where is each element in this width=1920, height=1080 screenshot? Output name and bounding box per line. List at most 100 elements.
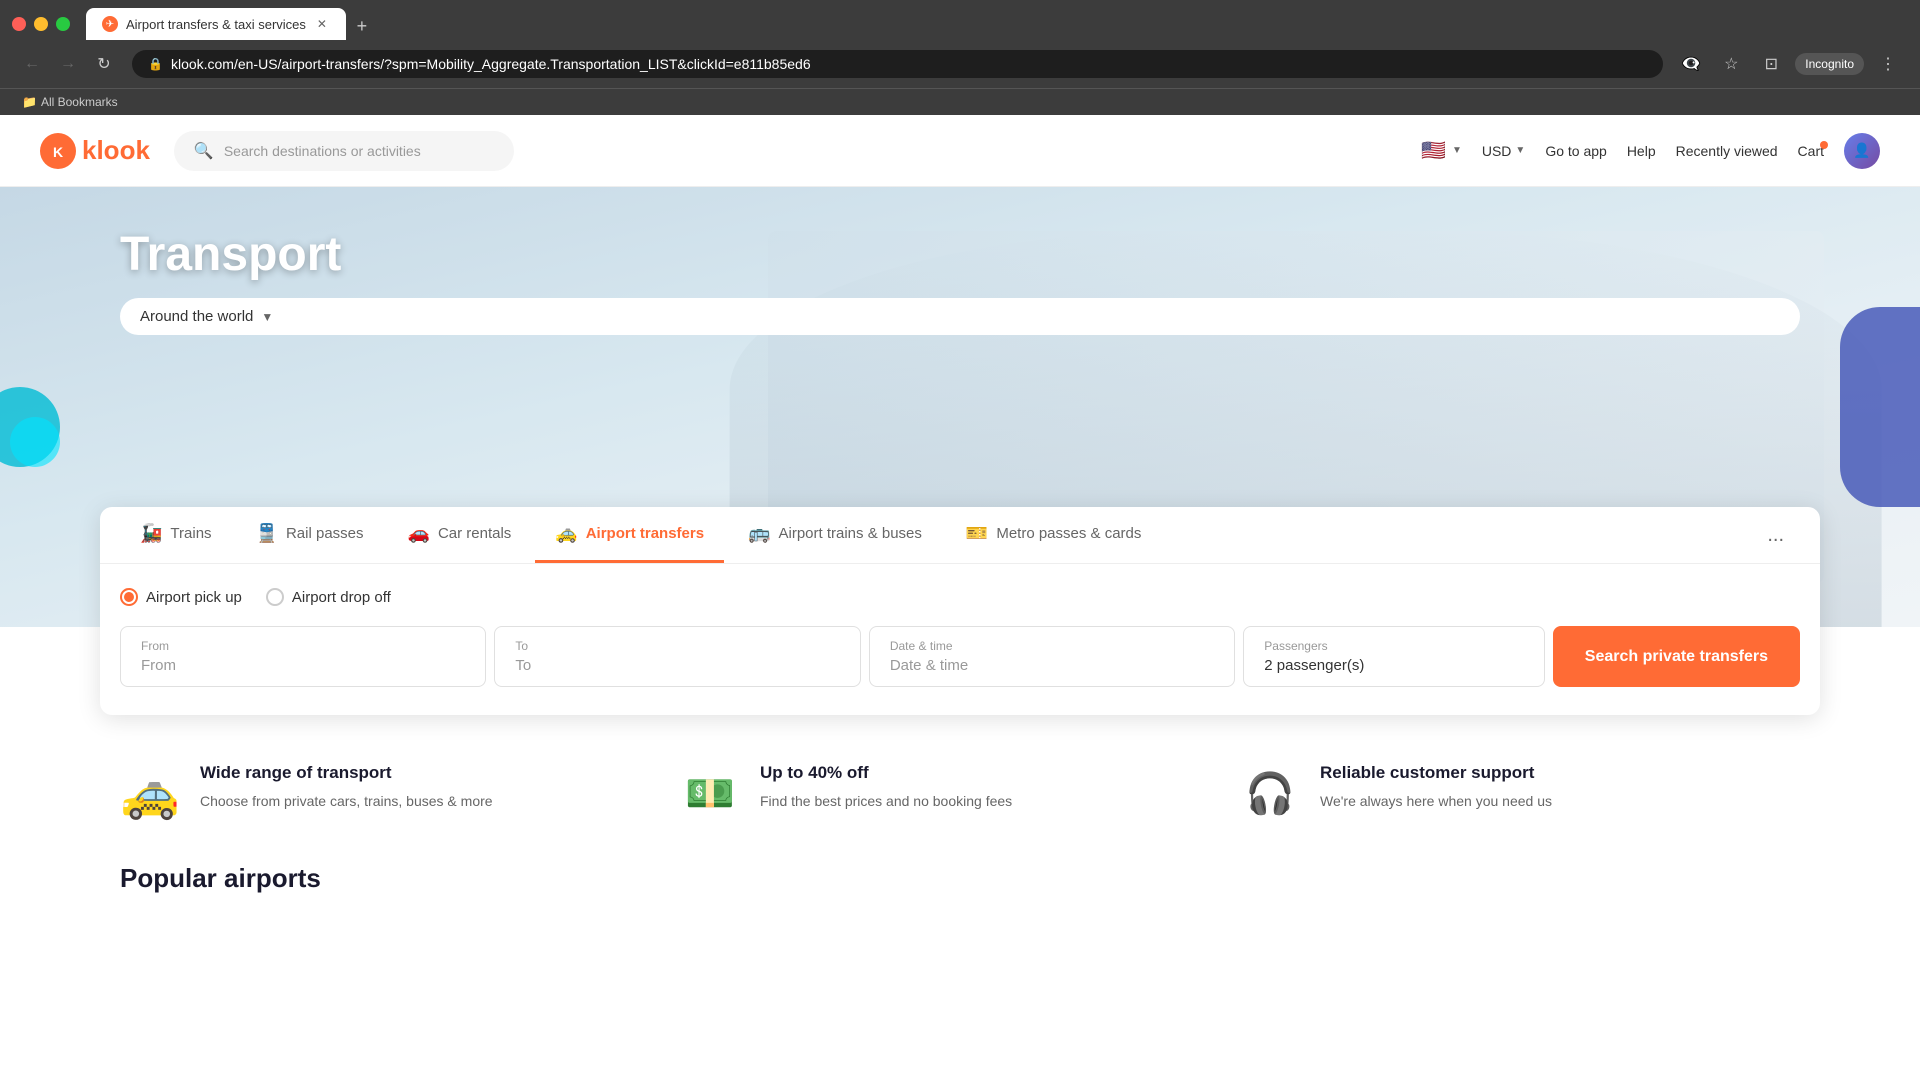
- feature-transport-desc: Choose from private cars, trains, buses …: [200, 791, 493, 812]
- tab-car-rentals[interactable]: 🚗 Car rentals: [388, 507, 532, 563]
- feature-support-desc: We're always here when you need us: [1320, 791, 1552, 812]
- tab-title: Airport transfers & taxi services: [126, 17, 306, 32]
- airport-dropoff-radio-button[interactable]: [266, 588, 284, 606]
- feature-discount-text: Up to 40% off Find the best prices and n…: [760, 763, 1012, 812]
- tab-favicon: ✈: [102, 16, 118, 32]
- tab-airport-transfers-label: Airport transfers: [586, 525, 704, 542]
- address-bar[interactable]: 🔒 klook.com/en-US/airport-transfers/?spm…: [132, 50, 1663, 78]
- search-magnifier-icon: 🔍: [194, 141, 214, 161]
- cart-link[interactable]: Cart: [1798, 143, 1824, 159]
- currency-chevron-icon: ▼: [1515, 145, 1525, 156]
- datetime-field[interactable]: Date & time Date & time: [869, 626, 1235, 687]
- all-bookmarks-link[interactable]: 📁 All Bookmarks: [16, 93, 124, 111]
- from-field-label: From: [141, 639, 465, 653]
- feature-discount: 💵 Up to 40% off Find the best prices and…: [680, 763, 1240, 823]
- ssl-lock-icon: 🔒: [148, 57, 163, 71]
- passengers-field[interactable]: Passengers 2 passenger(s): [1243, 626, 1545, 687]
- airport-transfers-icon: 🚕: [555, 523, 577, 544]
- site-header: K klook 🔍 Search destinations or activit…: [0, 115, 1920, 187]
- logo-text-label: klook: [82, 135, 150, 166]
- chevron-icon: ▼: [261, 310, 273, 324]
- trains-icon: 🚂: [140, 523, 162, 544]
- header-actions: 🇺🇸 ▼ USD ▼ Go to app Help Recently viewe…: [1421, 133, 1880, 169]
- cart-notification-dot: [1820, 141, 1828, 149]
- feature-support-text: Reliable customer support We're always h…: [1320, 763, 1552, 812]
- feature-transport-text: Wide range of transport Choose from priv…: [200, 763, 493, 812]
- browser-toolbar: ← → ↻ 🔒 klook.com/en-US/airport-transfer…: [0, 40, 1920, 88]
- tabs-more-button[interactable]: ...: [1751, 508, 1800, 563]
- feature-transport-range: 🚕 Wide range of transport Choose from pr…: [120, 763, 680, 823]
- user-avatar[interactable]: 👤: [1844, 133, 1880, 169]
- tab-airport-trains-buses[interactable]: 🚌 Airport trains & buses: [728, 507, 942, 563]
- incognito-badge[interactable]: Incognito: [1795, 53, 1864, 75]
- to-field[interactable]: To To: [494, 626, 860, 687]
- klook-logo[interactable]: K klook: [40, 133, 150, 169]
- active-browser-tab[interactable]: ✈ Airport transfers & taxi services ✕: [86, 8, 346, 40]
- feature-car-icon: 🚕: [120, 763, 180, 823]
- tab-airport-transfers[interactable]: 🚕 Airport transfers: [535, 507, 724, 563]
- svg-text:K: K: [53, 144, 63, 160]
- from-field[interactable]: From From: [120, 626, 486, 687]
- language-selector[interactable]: 🇺🇸 ▼: [1421, 138, 1462, 163]
- feature-transport-title: Wide range of transport: [200, 763, 493, 783]
- popular-airports-title: Popular airports: [120, 863, 1800, 894]
- tab-metro-passes[interactable]: 🎫 Metro passes & cards: [946, 507, 1161, 563]
- around-the-world-button[interactable]: Around the world ▼: [120, 298, 1800, 335]
- search-private-transfers-button[interactable]: Search private transfers: [1553, 626, 1800, 687]
- to-field-value: To: [515, 657, 839, 674]
- airport-trains-buses-icon: 🚌: [748, 523, 770, 544]
- maximize-window-button[interactable]: [56, 17, 70, 31]
- airport-pickup-radio-button[interactable]: [120, 588, 138, 606]
- datetime-field-label: Date & time: [890, 639, 1214, 653]
- bookmarks-label: All Bookmarks: [41, 95, 118, 109]
- tab-rail-passes[interactable]: 🚆 Rail passes: [236, 507, 384, 563]
- features-section: 🚕 Wide range of transport Choose from pr…: [0, 715, 1920, 863]
- toolbar-actions: 👁‍🗨 ☆ ⊡ Incognito ⋮: [1675, 48, 1904, 80]
- teal-blob-small: [10, 417, 60, 467]
- tab-car-rentals-label: Car rentals: [438, 525, 511, 542]
- search-bar-placeholder: Search destinations or activities: [224, 143, 421, 159]
- currency-selector[interactable]: USD ▼: [1482, 143, 1525, 159]
- recently-viewed-link[interactable]: Recently viewed: [1676, 143, 1778, 159]
- tab-trains[interactable]: 🚂 Trains: [120, 507, 232, 563]
- go-to-app-link[interactable]: Go to app: [1545, 143, 1607, 159]
- airport-dropoff-label: Airport drop off: [292, 589, 391, 606]
- car-rentals-icon: 🚗: [408, 523, 430, 544]
- datetime-field-value: Date & time: [890, 657, 1214, 674]
- feature-discount-title: Up to 40% off: [760, 763, 1012, 783]
- tab-trains-label: Trains: [170, 525, 211, 542]
- minimize-window-button[interactable]: [34, 17, 48, 31]
- metro-passes-icon: 🎫: [966, 523, 988, 544]
- more-options-icon[interactable]: ⋮: [1872, 48, 1904, 80]
- back-button[interactable]: ←: [16, 48, 48, 80]
- airport-pickup-radio-label[interactable]: Airport pick up: [120, 588, 242, 606]
- avatar-icon: 👤: [1853, 142, 1870, 159]
- transfer-type-radio-group: Airport pick up Airport drop off: [120, 588, 1800, 606]
- window-controls: [12, 17, 70, 31]
- form-fields-row: From From To To Date & time Date & time …: [120, 626, 1800, 687]
- tab-rail-passes-label: Rail passes: [286, 525, 364, 542]
- airport-pickup-label: Airport pick up: [146, 589, 242, 606]
- popular-airports-section: Popular airports: [0, 863, 1920, 934]
- reload-button[interactable]: ↻: [88, 48, 120, 80]
- feature-support: 🎧 Reliable customer support We're always…: [1240, 763, 1800, 823]
- main-search-bar[interactable]: 🔍 Search destinations or activities: [174, 131, 514, 171]
- bookmarks-folder-icon: 📁: [22, 95, 37, 109]
- forward-button[interactable]: →: [52, 48, 84, 80]
- bookmark-star-icon[interactable]: ☆: [1715, 48, 1747, 80]
- new-tab-button[interactable]: +: [348, 12, 376, 40]
- close-window-button[interactable]: [12, 17, 26, 31]
- browser-chrome: ✈ Airport transfers & taxi services ✕ + …: [0, 0, 1920, 115]
- from-field-value: From: [141, 657, 465, 674]
- help-link[interactable]: Help: [1627, 143, 1656, 159]
- airport-dropoff-radio-label[interactable]: Airport drop off: [266, 588, 391, 606]
- currency-label: USD: [1482, 143, 1512, 159]
- browser-tabs: ✈ Airport transfers & taxi services ✕ +: [86, 8, 376, 40]
- eye-slash-icon[interactable]: 👁‍🗨: [1675, 48, 1707, 80]
- tab-close-button[interactable]: ✕: [314, 16, 330, 32]
- blue-side-element: [1840, 307, 1920, 507]
- split-view-icon[interactable]: ⊡: [1755, 48, 1787, 80]
- more-tabs-ellipsis-icon: ...: [1767, 524, 1784, 546]
- flag-icon: 🇺🇸: [1421, 138, 1446, 163]
- transport-tabs: 🚂 Trains 🚆 Rail passes 🚗 Car rentals 🚕 A…: [100, 507, 1820, 564]
